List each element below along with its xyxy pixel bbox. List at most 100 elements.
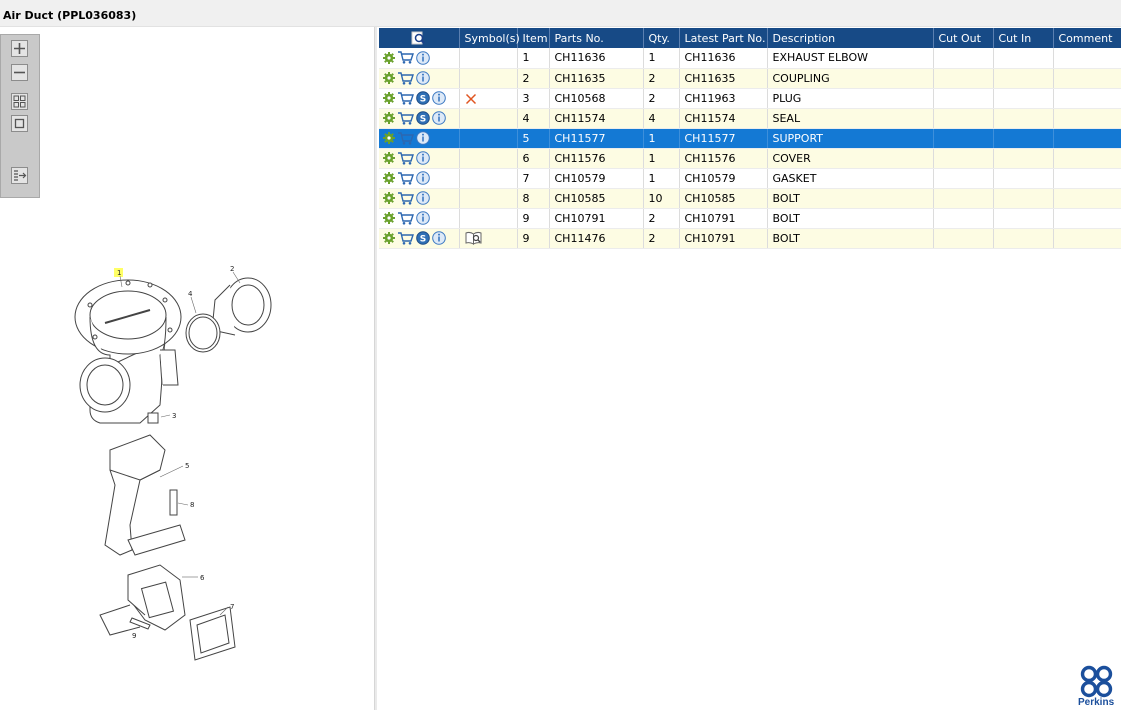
- fit-window-icon: [13, 117, 26, 130]
- callout-8[interactable]: 8: [190, 501, 194, 509]
- table-row[interactable]: 6 CH11576 1 CH11576 COVER: [379, 148, 1121, 169]
- pane-splitter[interactable]: [374, 27, 377, 710]
- info-icon[interactable]: [416, 131, 430, 145]
- cog-icon[interactable]: [383, 232, 395, 244]
- book-icon[interactable]: [465, 231, 483, 245]
- table-row[interactable]: 2 CH11635 2 CH11635 COUPLING: [379, 68, 1121, 89]
- column-header-tools[interactable]: [379, 28, 460, 48]
- part-no-cell: CH11636: [549, 48, 644, 69]
- cart-icon[interactable]: [397, 151, 414, 165]
- row-actions: S: [379, 228, 460, 249]
- supersession-icon[interactable]: S: [416, 91, 430, 105]
- table-row[interactable]: 1 CH11636 1 CH11636 EXHAUST ELBOW: [379, 48, 1121, 69]
- table-row[interactable]: 5 CH11577 1 CH11577 SUPPORT: [379, 128, 1121, 149]
- brand-name: Perkins: [1078, 697, 1115, 708]
- cart-icon[interactable]: [397, 211, 414, 225]
- column-header-cut-in[interactable]: Cut In: [993, 28, 1054, 48]
- fit-window-button[interactable]: [11, 115, 28, 132]
- fit-all-button[interactable]: [11, 93, 28, 110]
- table-row[interactable]: 9 CH10791 2 CH10791 BOLT: [379, 208, 1121, 229]
- info-icon[interactable]: [432, 231, 446, 245]
- column-header-symbols[interactable]: Symbol(s): [459, 28, 520, 48]
- column-header-comment[interactable]: Comment: [1053, 28, 1121, 48]
- info-icon[interactable]: [416, 171, 430, 185]
- symbol-cell: [459, 208, 518, 229]
- table-row[interactable]: S 9 CH11476 2 CH10791 BOLT: [379, 228, 1121, 249]
- cart-icon[interactable]: [397, 131, 414, 145]
- cog-icon[interactable]: [383, 92, 395, 104]
- cut-out-cell: [933, 168, 994, 189]
- zoom-out-icon: [13, 66, 26, 79]
- qty-cell: 2: [643, 68, 680, 89]
- callout-5[interactable]: 5: [185, 462, 189, 470]
- row-actions: S: [379, 88, 460, 109]
- row-actions: [379, 168, 460, 189]
- column-header-qty[interactable]: Qty.: [643, 28, 680, 48]
- sync-list-icon: [13, 169, 27, 182]
- callout-7[interactable]: 7: [230, 603, 234, 611]
- sync-view-button[interactable]: [11, 167, 28, 184]
- column-header-cut-out[interactable]: Cut Out: [933, 28, 994, 48]
- symbol-cell: [459, 148, 518, 169]
- info-icon[interactable]: [416, 71, 430, 85]
- cross-icon[interactable]: [465, 93, 477, 105]
- cut-out-cell: [933, 228, 994, 249]
- cut-in-cell: [993, 228, 1054, 249]
- cart-icon[interactable]: [397, 51, 414, 64]
- latest-part-no-cell: CH11574: [679, 108, 768, 129]
- cart-icon[interactable]: [397, 111, 414, 125]
- cog-icon[interactable]: [383, 212, 395, 224]
- item-cell: 3: [517, 88, 550, 109]
- callout-9[interactable]: 9: [132, 632, 136, 640]
- cut-in-cell: [993, 148, 1054, 169]
- info-icon[interactable]: [416, 211, 430, 225]
- cog-icon[interactable]: [383, 112, 395, 124]
- cog-icon[interactable]: [383, 132, 395, 144]
- latest-part-no-cell: CH10791: [679, 228, 768, 249]
- callout-3[interactable]: 3: [172, 412, 176, 420]
- latest-part-no-cell: CH11576: [679, 148, 768, 169]
- info-icon[interactable]: [416, 50, 430, 65]
- qty-cell: 1: [643, 148, 680, 169]
- cog-icon[interactable]: [383, 172, 395, 184]
- description-cell: COVER: [767, 148, 934, 169]
- cut-in-cell: [993, 108, 1054, 129]
- cart-icon[interactable]: [397, 231, 414, 245]
- cart-icon[interactable]: [397, 71, 414, 85]
- cart-icon[interactable]: [397, 171, 414, 185]
- column-header-parts-no[interactable]: Parts No.: [549, 28, 644, 48]
- cog-icon[interactable]: [383, 72, 395, 84]
- zoom-out-button[interactable]: [11, 64, 28, 81]
- comment-cell: [1053, 128, 1121, 149]
- supersession-icon[interactable]: S: [416, 111, 430, 125]
- cart-icon[interactable]: [397, 91, 414, 105]
- table-row[interactable]: 7 CH10579 1 CH10579 GASKET: [379, 168, 1121, 189]
- table-row[interactable]: S 4 CH11574 4 CH11574 SEAL: [379, 108, 1121, 129]
- info-icon[interactable]: [432, 91, 446, 105]
- cog-icon[interactable]: [383, 192, 395, 204]
- info-icon[interactable]: [432, 111, 446, 125]
- callout-2[interactable]: 2: [230, 265, 234, 273]
- table-row[interactable]: S 3 CH10568 2 CH11963 PLUG: [379, 88, 1121, 109]
- supersession-icon[interactable]: S: [416, 231, 430, 245]
- cog-icon[interactable]: [383, 152, 395, 164]
- callout-6[interactable]: 6: [200, 574, 205, 582]
- cog-icon[interactable]: [383, 51, 395, 64]
- zoom-in-button[interactable]: [11, 40, 28, 57]
- cut-out-cell: [933, 68, 994, 89]
- column-header-latest-part-no[interactable]: Latest Part No.: [679, 28, 768, 48]
- callout-4[interactable]: 4: [188, 290, 193, 298]
- callout-1[interactable]: 1: [117, 269, 121, 277]
- cart-icon[interactable]: [397, 191, 414, 205]
- cut-in-cell: [993, 128, 1054, 149]
- fit-all-icon: [13, 95, 26, 108]
- parts-diagram[interactable]: 1 2 3 4 5 6 7 8 9: [60, 255, 300, 675]
- cut-out-cell: [933, 208, 994, 229]
- column-header-description[interactable]: Description: [767, 28, 934, 48]
- info-icon[interactable]: [416, 191, 430, 205]
- info-icon[interactable]: [416, 151, 430, 165]
- table-row[interactable]: 8 CH10585 10 CH10585 BOLT: [379, 188, 1121, 209]
- viewer-toolbar: [0, 34, 40, 198]
- part-no-cell: CH11476: [549, 228, 644, 249]
- column-header-item[interactable]: Item: [517, 28, 550, 48]
